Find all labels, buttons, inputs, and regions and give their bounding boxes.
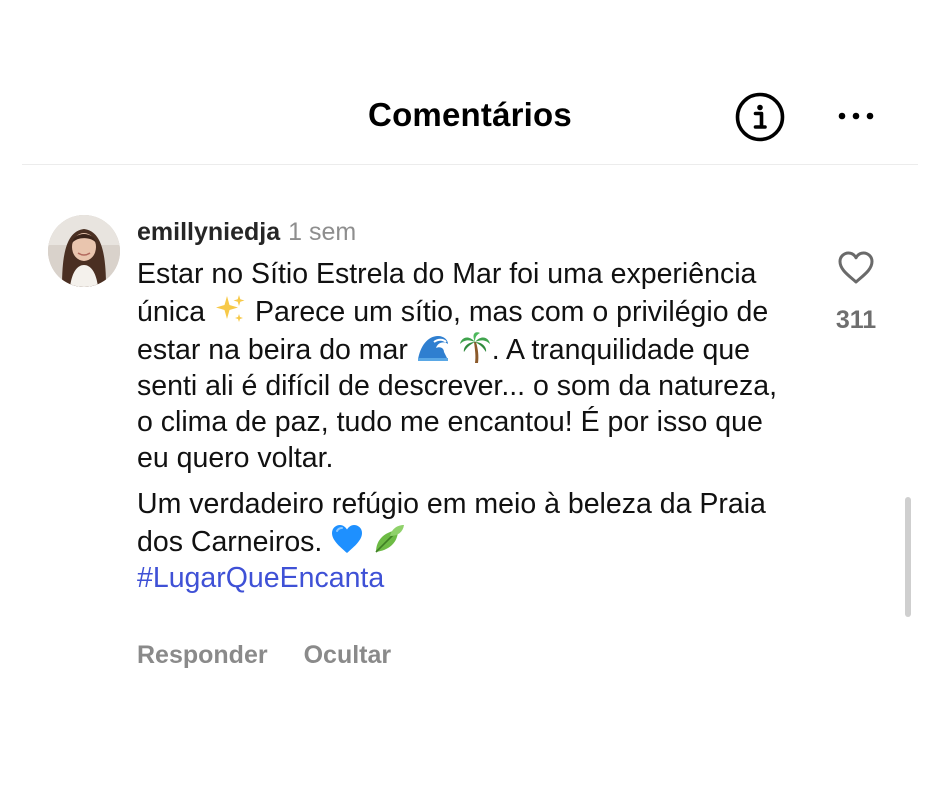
avatar[interactable] xyxy=(48,215,120,287)
heart-outline-icon xyxy=(838,251,874,284)
comment-paragraph-2: Um verdadeiro refúgio em meio à beleza d… xyxy=(137,486,797,596)
comment-username[interactable]: emillyniedja xyxy=(137,218,280,246)
leaves-emoji xyxy=(375,525,405,553)
avatar-photo xyxy=(48,215,120,287)
palm-tree-emoji xyxy=(459,332,490,363)
like-count: 311 xyxy=(835,306,877,334)
hide-button[interactable]: Ocultar xyxy=(304,641,392,670)
scrollbar[interactable] xyxy=(905,497,911,617)
like-button[interactable] xyxy=(837,250,875,286)
sparkles-emoji xyxy=(216,295,245,322)
header-divider xyxy=(22,164,918,165)
page-title: Comentários xyxy=(368,96,572,133)
comment-paragraph-2-text: Um verdadeiro refúgio em meio à beleza d… xyxy=(137,488,766,558)
comment-paragraph-1: Estar no Sítio Estrela do Mar foi uma ex… xyxy=(137,256,797,476)
hashtag-link[interactable]: #LugarQueEncanta xyxy=(137,560,797,596)
comment-meta: emillyniedja 1 sem xyxy=(137,217,356,247)
comment-actions: Responder Ocultar xyxy=(137,641,391,670)
comment-body: Estar no Sítio Estrela do Mar foi uma ex… xyxy=(137,256,797,596)
info-circle-icon xyxy=(735,92,785,142)
more-options-button[interactable] xyxy=(836,108,876,124)
wave-emoji xyxy=(417,336,448,361)
comment-timestamp: 1 sem xyxy=(288,218,357,246)
info-button[interactable] xyxy=(734,91,786,143)
blue-heart-emoji xyxy=(332,525,363,553)
reply-button[interactable]: Responder xyxy=(137,641,268,670)
more-horizontal-icon xyxy=(838,112,874,120)
header-bar: Comentários xyxy=(0,0,940,165)
